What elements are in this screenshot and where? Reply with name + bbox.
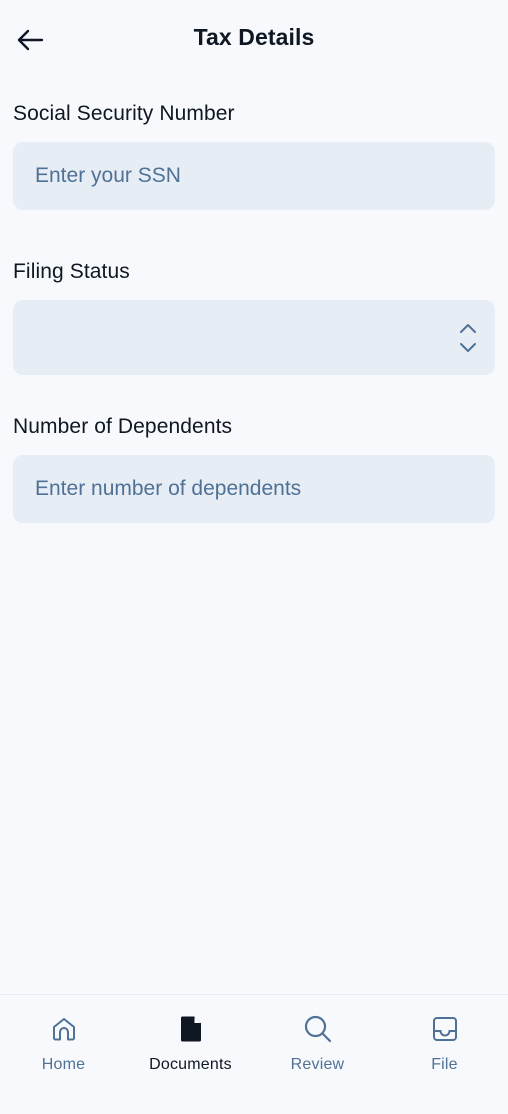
dependents-input[interactable] — [13, 455, 495, 523]
nav-item-home[interactable]: Home — [0, 995, 127, 1114]
nav-item-documents[interactable]: Documents — [127, 995, 254, 1114]
nav-label-review: Review — [290, 1056, 345, 1073]
nav-label-file: File — [431, 1056, 458, 1073]
search-icon — [304, 1015, 331, 1043]
document-icon — [180, 1016, 201, 1042]
nav-label-home: Home — [41, 1056, 86, 1073]
ssn-input[interactable] — [13, 142, 495, 210]
tax-form: Social Security Number Filing Status Num… — [13, 98, 495, 569]
nav-item-file[interactable]: File — [381, 995, 508, 1114]
bottom-nav: Home Documents Review File — [0, 994, 508, 1114]
header: Tax Details — [0, 0, 508, 78]
inbox-icon — [432, 1017, 457, 1041]
ssn-group: Social Security Number — [13, 98, 495, 210]
dependents-label: Number of Dependents — [13, 415, 233, 438]
tax-details-screen: Tax Details Social Security Number Filin… — [0, 0, 508, 1114]
nav-label-documents: Documents — [149, 1056, 232, 1073]
filing-status-group: Filing Status — [13, 256, 495, 375]
ssn-label: Social Security Number — [13, 102, 235, 125]
nav-item-review[interactable]: Review — [254, 995, 381, 1114]
dependents-group: Number of Dependents — [13, 411, 495, 523]
page-title: Tax Details — [193, 24, 315, 50]
filing-status-label: Filing Status — [13, 260, 130, 283]
chevron-up-down-icon — [460, 324, 476, 352]
home-icon — [52, 1018, 75, 1041]
filing-status-select[interactable] — [13, 300, 495, 375]
